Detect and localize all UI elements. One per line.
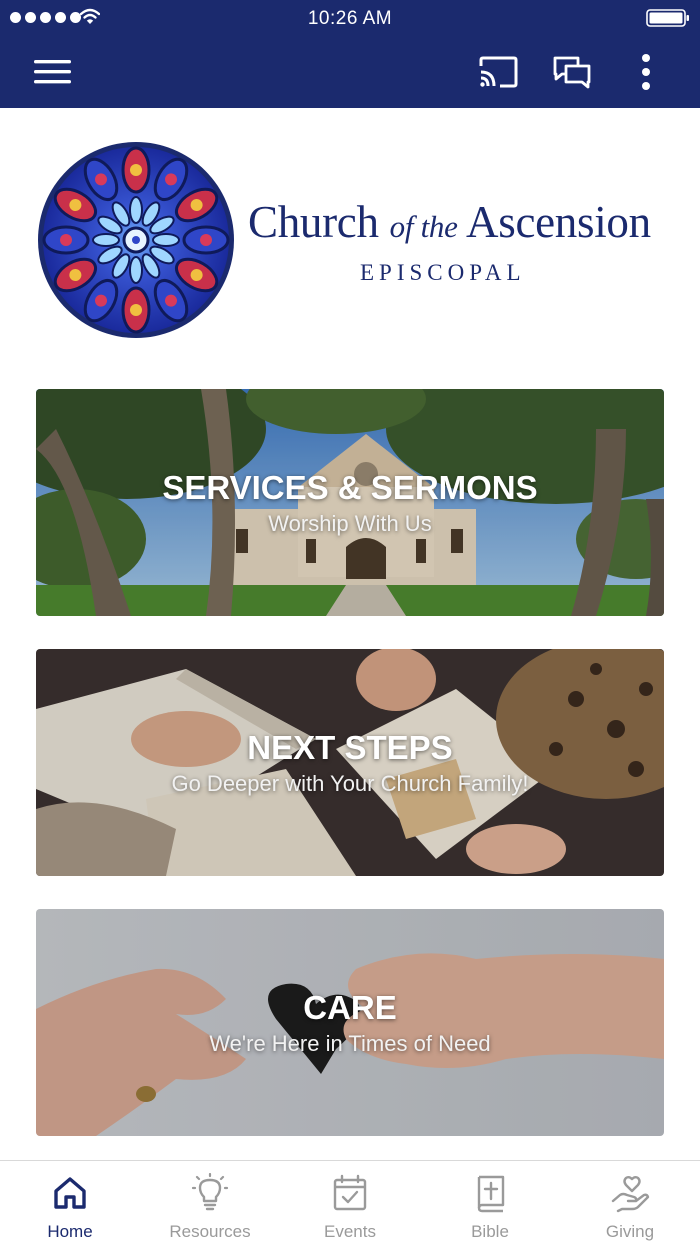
status-bar: 10:26 AM	[0, 0, 700, 36]
app-toolbar	[0, 36, 700, 108]
tab-resources[interactable]: Resources	[140, 1161, 280, 1244]
card-care[interactable]: CARE We're Here in Times of Need	[36, 909, 664, 1136]
card-subtitle: Go Deeper with Your Church Family!	[171, 771, 529, 796]
home-icon	[54, 1177, 86, 1209]
app-header: 10:26 AM	[0, 0, 700, 108]
church-denomination: EPISCOPAL	[360, 260, 526, 285]
card-title: NEXT STEPS	[247, 729, 453, 766]
heart-hand-icon	[611, 1176, 650, 1213]
card-title: CARE	[303, 989, 397, 1026]
status-time: 10:26 AM	[307, 8, 393, 29]
church-logo: Church of the Ascension EPISCOPAL	[36, 140, 666, 340]
bottom-tab-bar: Home Resources Events Bible Giving	[0, 1160, 700, 1244]
card-subtitle: Worship With Us	[268, 511, 432, 536]
menu-button[interactable]	[29, 48, 77, 96]
cast-icon	[479, 56, 518, 88]
card-services-sermons[interactable]: SERVICES & SERMONS Worship With Us	[36, 389, 664, 616]
tab-label: Giving	[605, 1222, 655, 1241]
church-name: Church of the Ascension	[248, 200, 668, 245]
card-subtitle: We're Here in Times of Need	[209, 1031, 491, 1056]
cast-button[interactable]	[474, 48, 522, 96]
tab-bible[interactable]: Bible	[420, 1161, 560, 1244]
hamburger-menu-icon	[34, 60, 71, 84]
battery-icon	[646, 9, 689, 27]
church-name-part1: Church	[248, 197, 390, 247]
church-name-of-the: of the	[389, 209, 458, 244]
tab-label: Home	[47, 1222, 93, 1241]
calendar-check-icon	[333, 1174, 367, 1211]
tab-label: Events	[324, 1222, 376, 1241]
card-next-steps[interactable]: NEXT STEPS Go Deeper with Your Church Fa…	[36, 649, 664, 876]
church-name-part2: Ascension	[457, 197, 651, 247]
lightbulb-icon	[191, 1173, 229, 1211]
more-vertical-icon	[642, 54, 650, 90]
bible-icon	[477, 1175, 505, 1213]
card-title: SERVICES & SERMONS	[162, 469, 538, 506]
tab-label: Resources	[169, 1222, 251, 1241]
chat-icon	[553, 56, 591, 89]
tab-home[interactable]: Home	[0, 1161, 140, 1244]
tab-events[interactable]: Events	[280, 1161, 420, 1244]
tab-label: Bible	[471, 1222, 509, 1241]
chat-button[interactable]	[548, 48, 596, 96]
tab-giving[interactable]: Giving	[560, 1161, 700, 1244]
rose-window-logo	[38, 142, 234, 338]
more-options-button[interactable]	[622, 48, 670, 96]
